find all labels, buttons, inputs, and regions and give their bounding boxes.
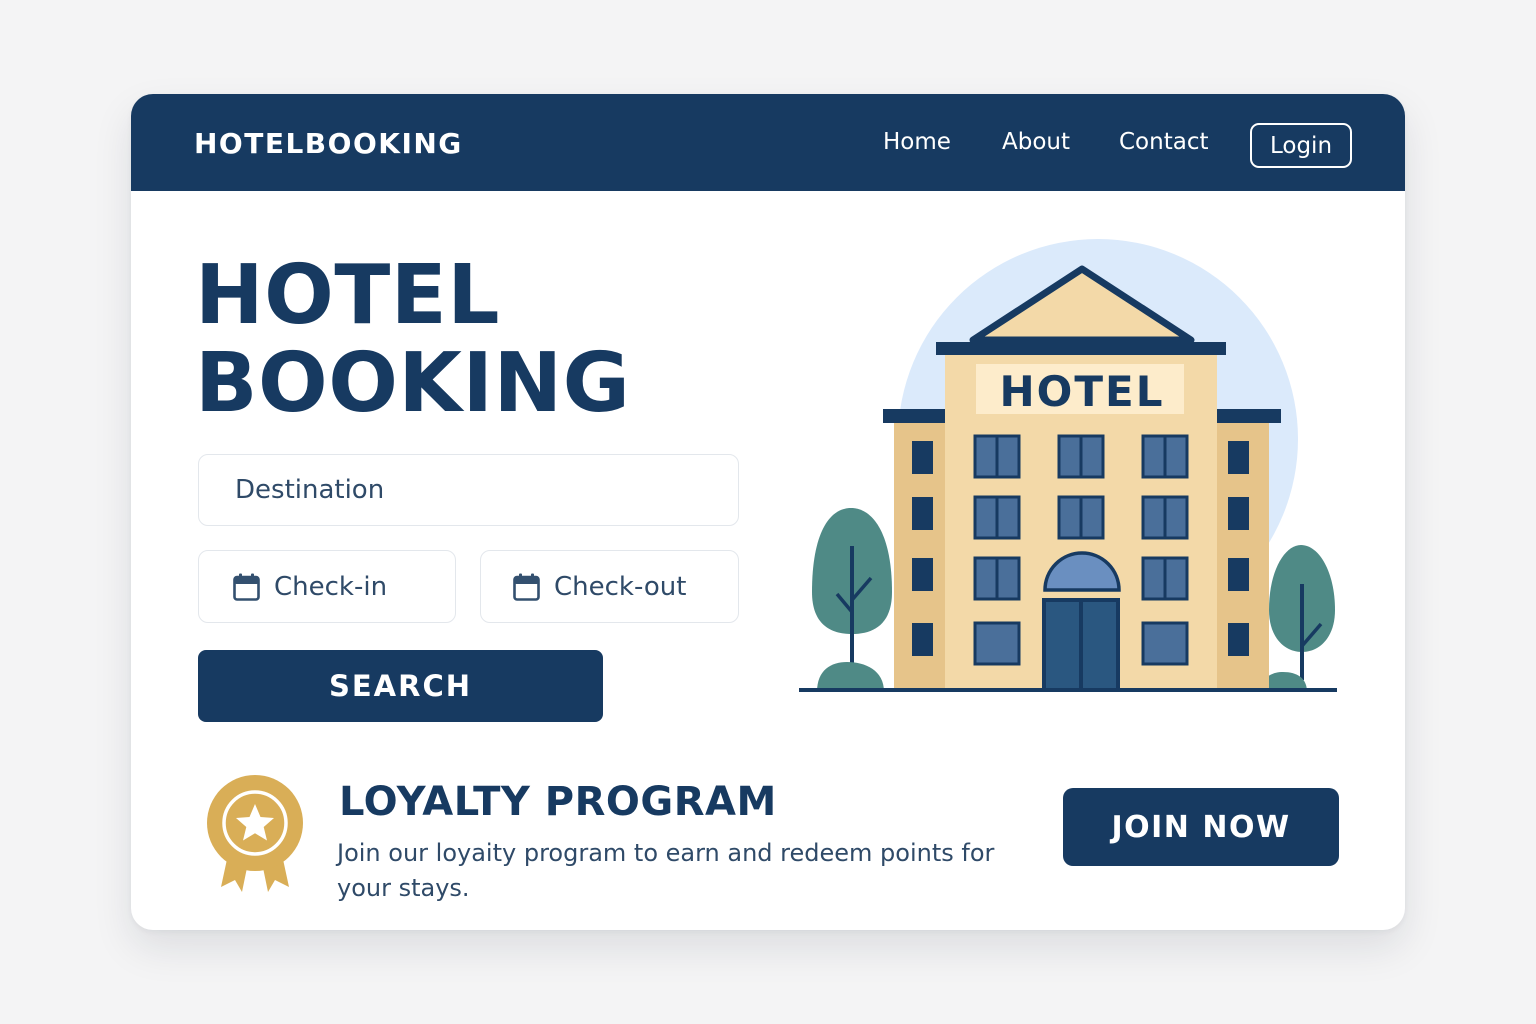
hero-title-line1: HOTEL — [195, 248, 501, 343]
nav-contact-link[interactable]: Contact — [1119, 129, 1208, 155]
calendar-icon — [233, 573, 260, 601]
hotel-building-illustration: HOTEL — [799, 239, 1337, 692]
check-out-field[interactable]: Check-out — [480, 550, 739, 623]
check-out-label: Check-out — [554, 571, 687, 602]
login-button[interactable]: Login — [1250, 123, 1352, 168]
top-navbar: HOTELBOOKING Home About Contact Login — [131, 94, 1405, 191]
calendar-icon — [513, 573, 540, 601]
search-button[interactable]: SEARCH — [198, 650, 603, 722]
loyalty-program-description: Join our loyaity program to earn and red… — [337, 839, 995, 902]
hero-title: HOTEL BOOKING — [195, 252, 630, 428]
check-in-field[interactable]: Check-in — [198, 550, 456, 623]
check-in-label: Check-in — [274, 571, 388, 602]
hero-title-line2: BOOKING — [195, 336, 631, 431]
destination-placeholder: Destination — [235, 475, 385, 505]
hotel-sign-text: HOTEL — [1000, 367, 1165, 416]
right-tree-icon — [1261, 545, 1335, 692]
nav-home-link[interactable]: Home — [883, 129, 951, 155]
booking-card: HOTELBOOKING Home About Contact Login HO… — [131, 94, 1405, 930]
nav-about-link[interactable]: About — [1002, 129, 1070, 155]
loyalty-program-title: LOYALTY PROGRAM — [339, 779, 777, 825]
join-now-button[interactable]: JOIN NOW — [1063, 788, 1339, 866]
left-tree-icon — [812, 508, 892, 692]
brand-logo-text[interactable]: HOTELBOOKING — [194, 127, 463, 160]
award-ribbon-icon — [207, 775, 303, 892]
destination-input[interactable]: Destination — [198, 454, 739, 526]
